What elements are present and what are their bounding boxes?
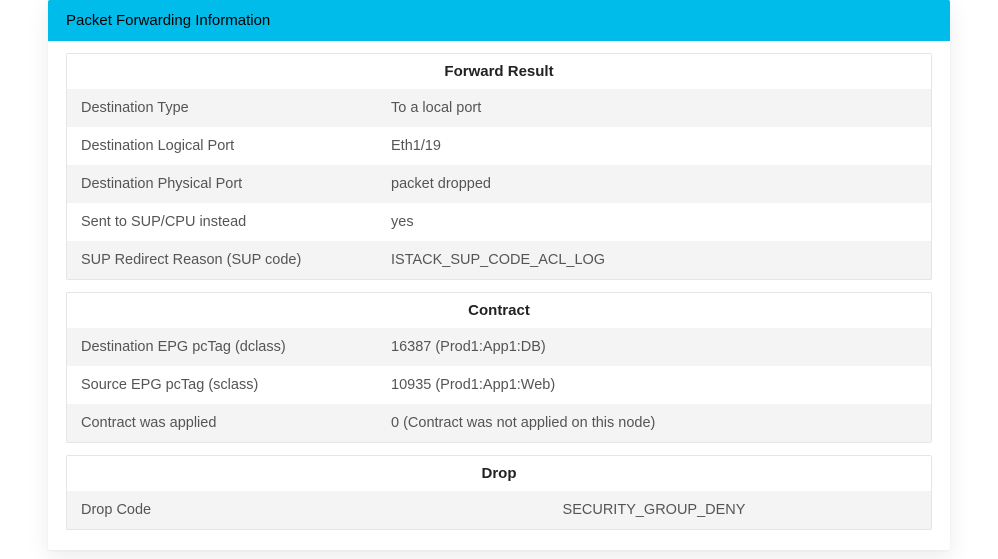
table-row: Destination Physical Port packet dropped (67, 165, 931, 203)
row-val: 0 (Contract was not applied on this node… (391, 415, 917, 431)
row-key: Contract was applied (81, 415, 391, 431)
row-key: SUP Redirect Reason (SUP code) (81, 252, 391, 268)
row-val: Eth1/19 (391, 138, 917, 154)
row-val: 10935 (Prod1:App1:Web) (391, 377, 917, 393)
packet-forwarding-panel: Packet Forwarding Information Forward Re… (48, 0, 950, 550)
row-val: To a local port (391, 100, 917, 116)
section-title-forward: Forward Result (67, 54, 931, 89)
row-key: Destination EPG pcTag (dclass) (81, 339, 391, 355)
row-key: Source EPG pcTag (sclass) (81, 377, 391, 393)
row-val: packet dropped (391, 176, 917, 192)
row-val: ISTACK_SUP_CODE_ACL_LOG (391, 252, 917, 268)
row-key: Destination Logical Port (81, 138, 391, 154)
panel-header: Packet Forwarding Information (48, 0, 950, 41)
row-val: 16387 (Prod1:App1:DB) (391, 339, 917, 355)
table-row: Contract was applied 0 (Contract was not… (67, 404, 931, 442)
section-title-drop: Drop (67, 456, 931, 491)
row-key: Destination Type (81, 100, 391, 116)
table-row: Destination Type To a local port (67, 89, 931, 127)
section-drop: Drop Drop Code SECURITY_GROUP_DENY (66, 455, 932, 530)
table-row: Destination EPG pcTag (dclass) 16387 (Pr… (67, 328, 931, 366)
section-contract: Contract Destination EPG pcTag (dclass) … (66, 292, 932, 443)
section-title-contract: Contract (67, 293, 931, 328)
row-val: SECURITY_GROUP_DENY (391, 502, 917, 518)
row-key: Destination Physical Port (81, 176, 391, 192)
table-row: SUP Redirect Reason (SUP code) ISTACK_SU… (67, 241, 931, 279)
table-row: Destination Logical Port Eth1/19 (67, 127, 931, 165)
table-row: Source EPG pcTag (sclass) 10935 (Prod1:A… (67, 366, 931, 404)
section-forward-result: Forward Result Destination Type To a loc… (66, 53, 932, 280)
row-key: Sent to SUP/CPU instead (81, 214, 391, 230)
table-row: Drop Code SECURITY_GROUP_DENY (67, 491, 931, 529)
row-val: yes (391, 214, 917, 230)
row-key: Drop Code (81, 502, 391, 518)
table-row: Sent to SUP/CPU instead yes (67, 203, 931, 241)
panel-title: Packet Forwarding Information (66, 12, 270, 29)
